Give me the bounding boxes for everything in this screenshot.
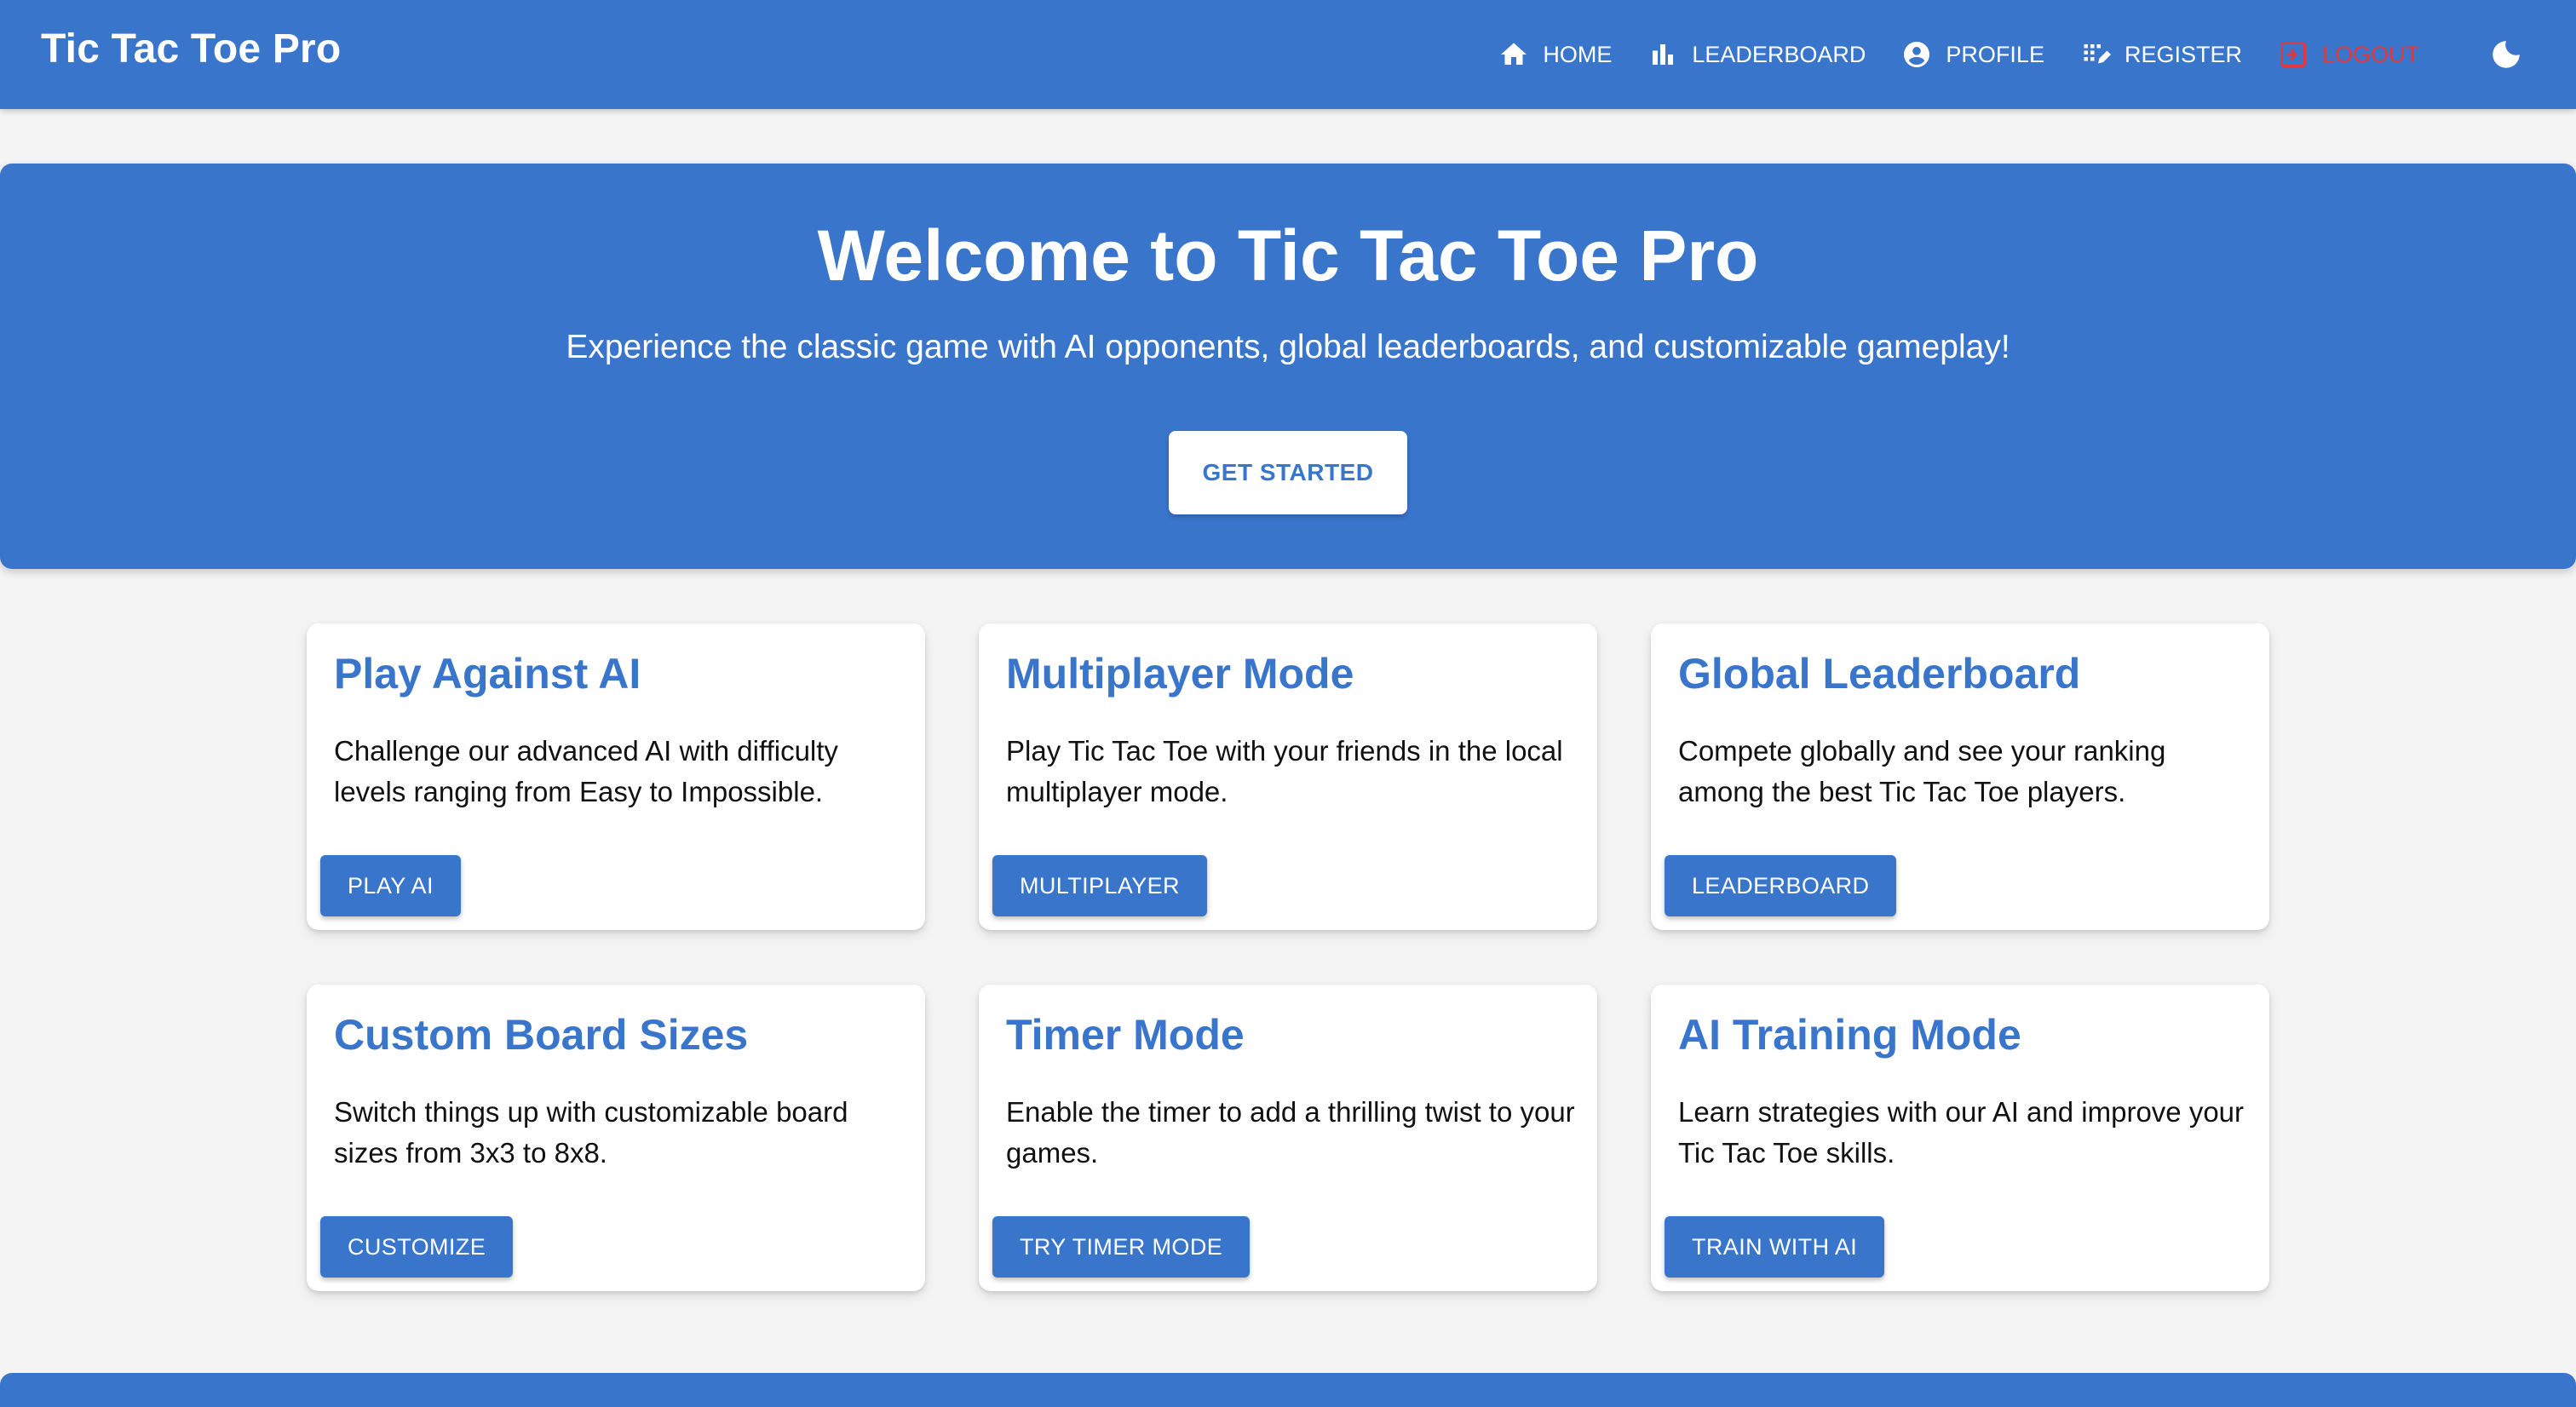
bar-chart-icon [1653, 44, 1674, 65]
hero-title: Welcome to Tic Tac Toe Pro [817, 215, 1759, 296]
card-custom-board-sizes: Custom Board Sizes Switch things up with… [307, 985, 925, 1291]
top-navbar: Tic Tac Toe Pro HOME LEADERBOARD PROFILE… [0, 0, 2576, 109]
customize-button[interactable]: CUSTOMIZE [320, 1216, 514, 1278]
card-description: Enable the timer to add a thrilling twis… [1006, 1096, 1575, 1169]
try-timer-mode-button[interactable]: TRY TIMER MODE [992, 1216, 1251, 1278]
multiplayer-button[interactable]: MULTIPLAYER [992, 855, 1207, 916]
card-title: AI Training Mode [1678, 1011, 2021, 1059]
card-description: Challenge our advanced AI with difficult… [334, 735, 838, 807]
hero-subtitle: Experience the classic game with AI oppo… [566, 329, 2010, 365]
play-ai-button[interactable]: PLAY AI [320, 855, 461, 916]
feature-cards: Play Against AI Challenge our advanced A… [307, 623, 2269, 1291]
train-with-ai-button[interactable]: TRAIN WITH AI [1665, 1216, 1885, 1278]
nav-profile[interactable]: PROFILE [1901, 39, 2044, 70]
logout-icon [2280, 42, 2306, 67]
nav-home[interactable]: HOME [1498, 39, 1612, 70]
moon-icon [2493, 41, 2520, 68]
nav-logout[interactable]: LOGOUT [2278, 39, 2419, 70]
card-description: Compete globally and see your ranking am… [1678, 735, 2166, 807]
hero-banner: Welcome to Tic Tac Toe Pro Experience th… [0, 164, 2576, 569]
leaderboard-button[interactable]: LEADERBOARD [1665, 855, 1897, 916]
app-brand[interactable]: Tic Tac Toe Pro [41, 26, 341, 72]
account-circle-icon [1904, 42, 1930, 67]
footer-bar [0, 1373, 2576, 1407]
card-description: Learn strategies with our AI and improve… [1678, 1096, 2245, 1169]
card-timer-mode: Timer Mode Enable the timer to add a thr… [979, 985, 1597, 1291]
card-multiplayer-mode: Multiplayer Mode Play Tic Tac Toe with y… [979, 623, 1597, 930]
card-description: Switch things up with customizable board… [334, 1096, 848, 1169]
nav-register-label: REGISTER [2124, 41, 2242, 67]
card-description: Play Tic Tac Toe with your friends in th… [1006, 735, 1563, 807]
register-icon [2084, 44, 2111, 64]
card-title: Global Leaderboard [1678, 650, 2081, 698]
card-title: Custom Board Sizes [334, 1011, 749, 1059]
card-global-leaderboard: Global Leaderboard Compete globally and … [1651, 623, 2269, 930]
nav-profile-label: PROFILE [1946, 41, 2044, 67]
home-icon [1501, 43, 1527, 65]
theme-toggle-button[interactable] [2486, 34, 2527, 75]
card-title: Timer Mode [1006, 1011, 1245, 1059]
nav-leaderboard[interactable]: LEADERBOARD [1647, 39, 1866, 70]
card-ai-training-mode: AI Training Mode Learn strategies with o… [1651, 985, 2269, 1291]
get-started-button[interactable]: GET STARTED [1169, 431, 1407, 514]
nav-links: HOME LEADERBOARD PROFILE REGISTER LOGOUT [1498, 0, 2576, 109]
card-title: Multiplayer Mode [1006, 650, 1354, 698]
nav-register[interactable]: REGISTER [2080, 39, 2242, 70]
card-title: Play Against AI [334, 650, 641, 698]
card-play-against-ai: Play Against AI Challenge our advanced A… [307, 623, 925, 930]
nav-leaderboard-label: LEADERBOARD [1692, 41, 1866, 67]
nav-home-label: HOME [1543, 41, 1613, 67]
nav-logout-label: LOGOUT [2321, 41, 2419, 67]
